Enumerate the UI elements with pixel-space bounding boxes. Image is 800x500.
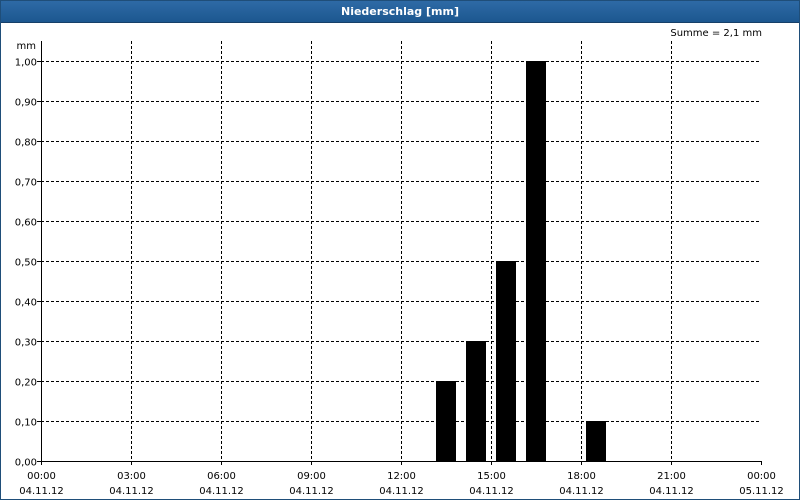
y-tick-label: 0,20 bbox=[15, 378, 37, 389]
y-tick-label: 1,00 bbox=[15, 58, 37, 69]
x-tick-time: 00:00 bbox=[747, 471, 776, 482]
y-tick-label: 0,80 bbox=[15, 138, 37, 149]
y-tick-label: 0,90 bbox=[15, 98, 37, 109]
y-tick-label: 0,10 bbox=[15, 418, 37, 429]
y-tick-label: 0,00 bbox=[15, 458, 37, 469]
x-tick-time: 21:00 bbox=[657, 471, 686, 482]
x-tick-date: 04.11.12 bbox=[469, 486, 514, 497]
summary-text: Summe = 2,1 mm bbox=[670, 28, 762, 39]
grid-lines bbox=[41, 41, 761, 461]
x-tick-time: 06:00 bbox=[207, 471, 236, 482]
y-axis-label: mm bbox=[17, 41, 36, 52]
x-tick-date: 04.11.12 bbox=[199, 486, 244, 497]
x-tick-date: 05.11.12 bbox=[739, 486, 784, 497]
bar bbox=[496, 261, 516, 461]
bar bbox=[526, 61, 546, 461]
x-tick-date: 04.11.12 bbox=[559, 486, 604, 497]
x-tick-labels: 00:00 04.11.12 03:00 04.11.12 06:00 04.11.12 0… bbox=[19, 471, 784, 497]
x-tick-date: 04.11.12 bbox=[289, 486, 334, 497]
y-tick-label: 0,40 bbox=[15, 298, 37, 309]
x-tick-time: 03:00 bbox=[117, 471, 146, 482]
y-tick-label: 0,30 bbox=[15, 338, 37, 349]
y-tick-label: 0,70 bbox=[15, 178, 37, 189]
x-tick-time: 09:00 bbox=[297, 471, 326, 482]
x-tick-date: 04.11.12 bbox=[19, 486, 64, 497]
x-tick-time: 15:00 bbox=[477, 471, 506, 482]
x-tick-date: 04.11.12 bbox=[379, 486, 424, 497]
chart-svg: 0,00 0,10 0,20 0,30 0,40 0,50 0,60 0,70 0,80 0,90… bbox=[15, 28, 784, 497]
y-tick-label: 0,60 bbox=[15, 218, 37, 229]
y-tick-label: 0,50 bbox=[15, 258, 37, 269]
x-tick-time: 18:00 bbox=[567, 471, 596, 482]
x-tick-date: 04.11.12 bbox=[649, 486, 694, 497]
x-tick-time: 00:00 bbox=[27, 471, 56, 482]
x-tick-date: 04.11.12 bbox=[109, 486, 154, 497]
bar bbox=[586, 421, 606, 461]
y-tick-labels: 0,00 0,10 0,20 0,30 0,40 0,50 0,60 0,70 0,80 0,90… bbox=[15, 58, 37, 469]
bar bbox=[466, 341, 486, 461]
x-tick-time: 12:00 bbox=[387, 471, 416, 482]
bar bbox=[436, 381, 456, 461]
